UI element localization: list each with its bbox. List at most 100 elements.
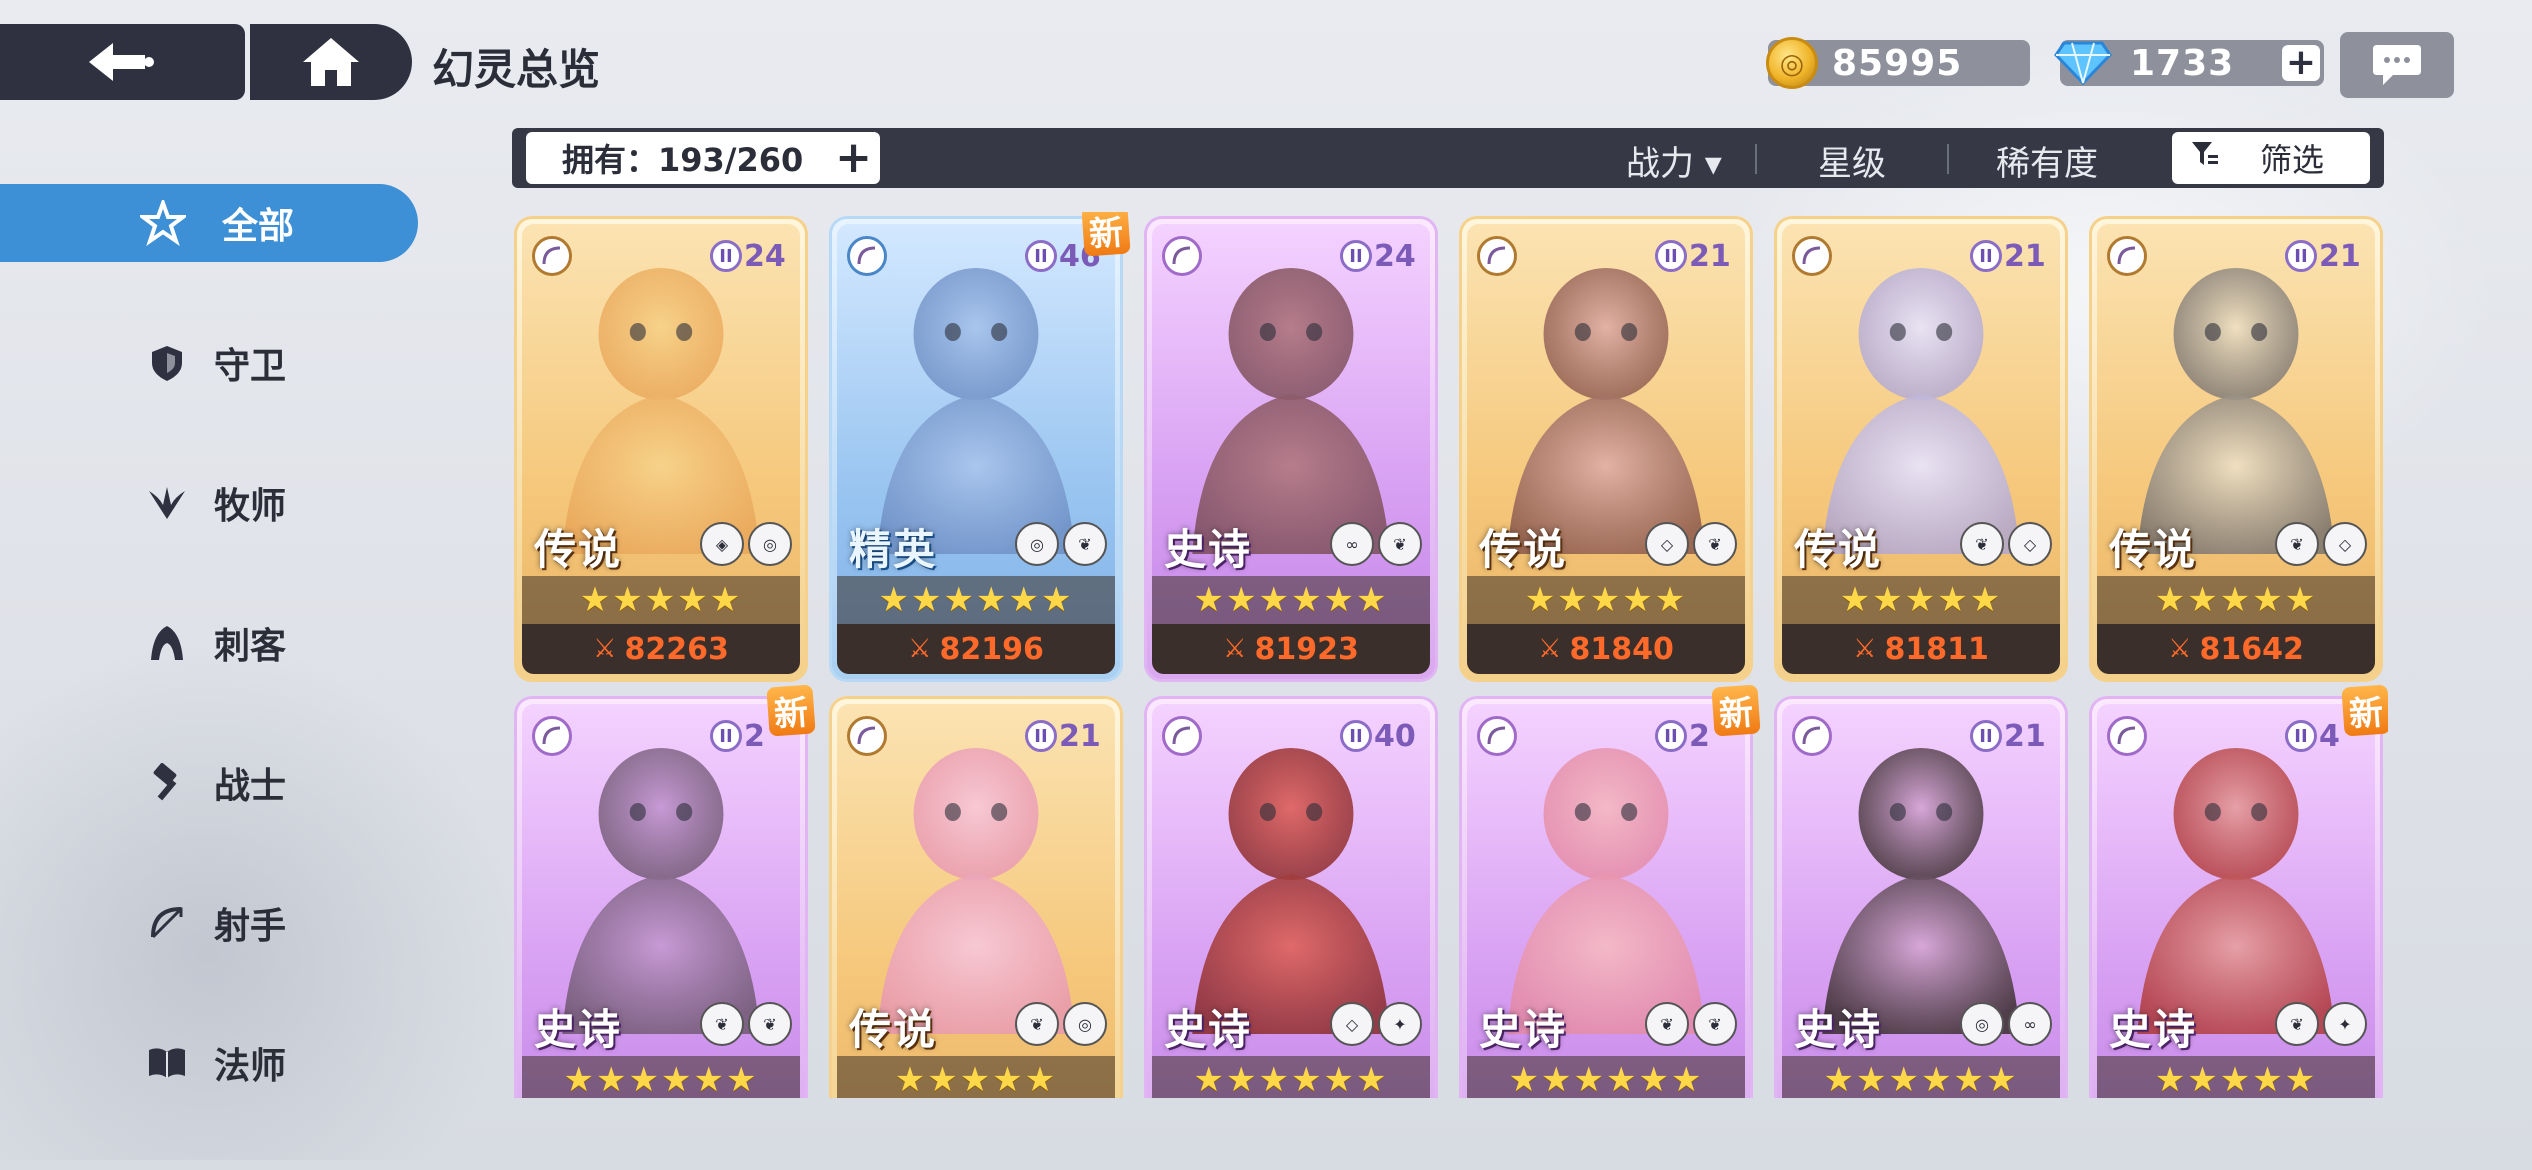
element-icon: ❦ xyxy=(1378,522,1422,566)
hero-level: II 21 xyxy=(1025,716,1101,756)
element-icon: ◇ xyxy=(1330,1002,1374,1046)
hero-card[interactable]: II 2 史诗 ❦ ❦ ★★★★★★ ⚔ 新 xyxy=(1459,684,1761,1098)
hero-power-value: 81811 xyxy=(1884,631,1989,667)
sort-star-button[interactable]: 星级 xyxy=(1818,136,1886,185)
element-icon: ✦ xyxy=(2323,1002,2367,1046)
hero-card[interactable]: II 4 史诗 ❦ ✦ ★★★★★ ⚔ 新 xyxy=(2089,684,2388,1098)
level-pause-icon: II xyxy=(1025,720,1057,752)
level-pause-icon: II xyxy=(1970,240,2002,272)
owned-count-label: 拥有：193/260 xyxy=(562,141,804,179)
sidebar-item-label: 守卫 xyxy=(214,346,287,387)
filter-button[interactable]: 筛选 xyxy=(2172,132,2370,184)
hero-stars: ★★★★★ xyxy=(2097,576,2375,624)
sidebar-item-label: 战士 xyxy=(214,766,287,807)
element-icon: ❦ xyxy=(1693,1002,1737,1046)
new-badge: 新 xyxy=(1711,684,1761,737)
level-pause-icon: II xyxy=(1655,240,1687,272)
owned-count-box[interactable]: 拥有：193/260 + xyxy=(526,132,880,184)
hero-level: II 21 xyxy=(2285,236,2361,276)
home-button[interactable] xyxy=(250,24,412,100)
sidebar-item-warrior[interactable]: 战士 xyxy=(0,744,418,822)
hero-card[interactable]: II 21 传说 ◇ ❦ ★★★★★ ⚔ 81840 xyxy=(1459,216,1753,682)
assassin-hood-icon xyxy=(144,620,190,666)
level-pause-icon: II xyxy=(1340,240,1372,272)
coin-value: 85995 xyxy=(1832,42,1963,84)
back-button[interactable] xyxy=(0,24,245,100)
sidebar-item-mage[interactable]: 法师 xyxy=(0,1024,418,1102)
hero-level-value: 21 xyxy=(1059,718,1101,754)
sort-power-button[interactable]: 战力 ▾ xyxy=(1626,136,1722,185)
hero-card[interactable]: II 46 精英 ◎ ❦ ★★★★★★ ⚔ 82196 新 xyxy=(829,212,1131,682)
element-icon: ❦ xyxy=(700,1002,744,1046)
hero-level: II 2 xyxy=(710,716,765,756)
level-pause-icon: II xyxy=(1025,240,1057,272)
hero-card[interactable]: II 24 传说 ◈ ◎ ★★★★★ ⚔ 82263 xyxy=(514,216,808,682)
level-pause-icon: II xyxy=(1970,720,2002,752)
element-icon: ❦ xyxy=(1645,1002,1689,1046)
hero-level: II 21 xyxy=(1970,236,2046,276)
hero-class-icon xyxy=(1792,716,1832,756)
new-badge: 新 xyxy=(1081,212,1131,257)
new-badge: 新 xyxy=(2341,684,2388,737)
hero-card[interactable]: II 24 史诗 ∞ ❦ ★★★★★★ ⚔ 81923 xyxy=(1144,216,1438,682)
hero-level-value: 21 xyxy=(2004,238,2046,274)
hero-card[interactable]: II 21 传说 ❦ ◇ ★★★★★ ⚔ 81811 xyxy=(1774,216,2068,682)
crossed-swords-icon: ⚔ xyxy=(1538,634,1562,664)
hero-level-value: 2 xyxy=(744,718,765,754)
element-icon: ❦ xyxy=(748,1002,792,1046)
hero-stars: ★★★★★ xyxy=(1782,576,2060,624)
hero-card[interactable]: II 21 传说 ❦ ◎ ★★★★★ ⚔ xyxy=(829,696,1123,1098)
hero-class-icon xyxy=(847,236,887,276)
hero-rarity-label: 史诗 xyxy=(1164,1005,1253,1054)
hero-level-value: 24 xyxy=(1374,238,1416,274)
hero-rarity-label: 史诗 xyxy=(1479,1005,1568,1054)
sidebar-item-guard[interactable]: 守卫 xyxy=(0,324,418,402)
hero-card-frame: II 24 传说 ◈ ◎ ★★★★★ ⚔ 82263 xyxy=(522,224,800,674)
element-icon: ❦ xyxy=(1693,522,1737,566)
element-icon: ◇ xyxy=(2008,522,2052,566)
sidebar-item-assassin[interactable]: 刺客 xyxy=(0,604,418,682)
hero-card[interactable]: II 2 史诗 ❦ ❦ ★★★★★★ ⚔ 新 xyxy=(514,684,816,1098)
level-pause-icon: II xyxy=(710,240,742,272)
hero-power-value: 81642 xyxy=(2199,631,2304,667)
hero-power: ⚔ 82263 xyxy=(522,624,800,674)
level-pause-icon: II xyxy=(1655,720,1687,752)
divider xyxy=(1755,144,1757,174)
hero-stars: ★★★★★★ xyxy=(1152,1056,1430,1098)
element-icon: ∞ xyxy=(2008,1002,2052,1046)
hero-level: II 4 xyxy=(2285,716,2340,756)
hero-card[interactable]: II 40 史诗 ◇ ✦ ★★★★★★ ⚔ xyxy=(1144,696,1438,1098)
hammer-icon xyxy=(144,760,190,806)
hero-card[interactable]: II 21 传说 ❦ ◇ ★★★★★ ⚔ 81642 xyxy=(2089,216,2383,682)
sidebar-item-archer[interactable]: 射手 xyxy=(0,884,418,962)
expand-slots-button[interactable]: + xyxy=(835,136,872,180)
buy-gems-button[interactable]: + xyxy=(2282,45,2320,81)
hero-power: ⚔ 81923 xyxy=(1152,624,1430,674)
sort-rarity-button[interactable]: 稀有度 xyxy=(1996,136,2098,185)
element-icon: ◎ xyxy=(748,522,792,566)
hero-level-value: 40 xyxy=(1374,718,1416,754)
hero-level-value: 21 xyxy=(1689,238,1731,274)
hero-stars: ★★★★★★ xyxy=(1467,1056,1745,1098)
bow-icon xyxy=(144,900,190,946)
hero-card-frame: II 2 史诗 ❦ ❦ ★★★★★★ ⚔ xyxy=(522,704,800,1098)
diamond-icon xyxy=(2054,39,2112,87)
hero-power: ⚔ 81811 xyxy=(1782,624,2060,674)
hero-card-frame: II 46 精英 ◎ ❦ ★★★★★★ ⚔ 82196 xyxy=(837,224,1115,674)
hero-stars: ★★★★★ xyxy=(837,1056,1115,1098)
hero-stars: ★★★★★★ xyxy=(522,1056,800,1098)
hero-rarity-label: 史诗 xyxy=(1794,1005,1883,1054)
sidebar-item-all[interactable]: 全部 xyxy=(0,184,418,262)
back-arrow-icon xyxy=(88,43,154,81)
gem-value: 1733 xyxy=(2130,42,2235,84)
hero-card[interactable]: II 21 史诗 ◎ ∞ ★★★★★★ ⚔ xyxy=(1774,696,2068,1098)
chat-button[interactable] xyxy=(2340,32,2454,98)
hero-card-frame: II 21 传说 ❦ ◎ ★★★★★ ⚔ xyxy=(837,704,1115,1098)
filter-bar: 拥有：193/260 + 战力 ▾ 星级 稀有度 筛选 xyxy=(512,128,2384,188)
level-pause-icon: II xyxy=(1340,720,1372,752)
sidebar-item-priest[interactable]: 牧师 xyxy=(0,464,418,542)
hero-class-icon xyxy=(847,716,887,756)
page-title: 幻灵总览 xyxy=(432,45,601,94)
hero-rarity-label: 传说 xyxy=(1479,525,1568,574)
home-icon xyxy=(303,38,359,86)
